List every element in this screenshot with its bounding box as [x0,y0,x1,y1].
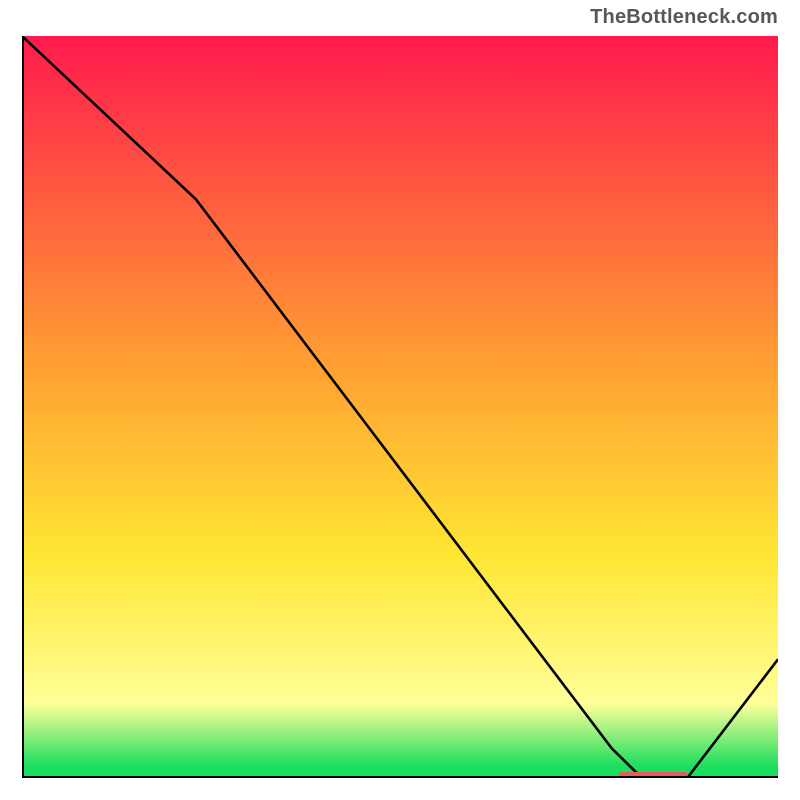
attribution-text: TheBottleneck.com [590,6,778,29]
bottleneck-chart [22,36,778,778]
gradient-background [22,36,778,778]
chart-container [22,36,778,778]
